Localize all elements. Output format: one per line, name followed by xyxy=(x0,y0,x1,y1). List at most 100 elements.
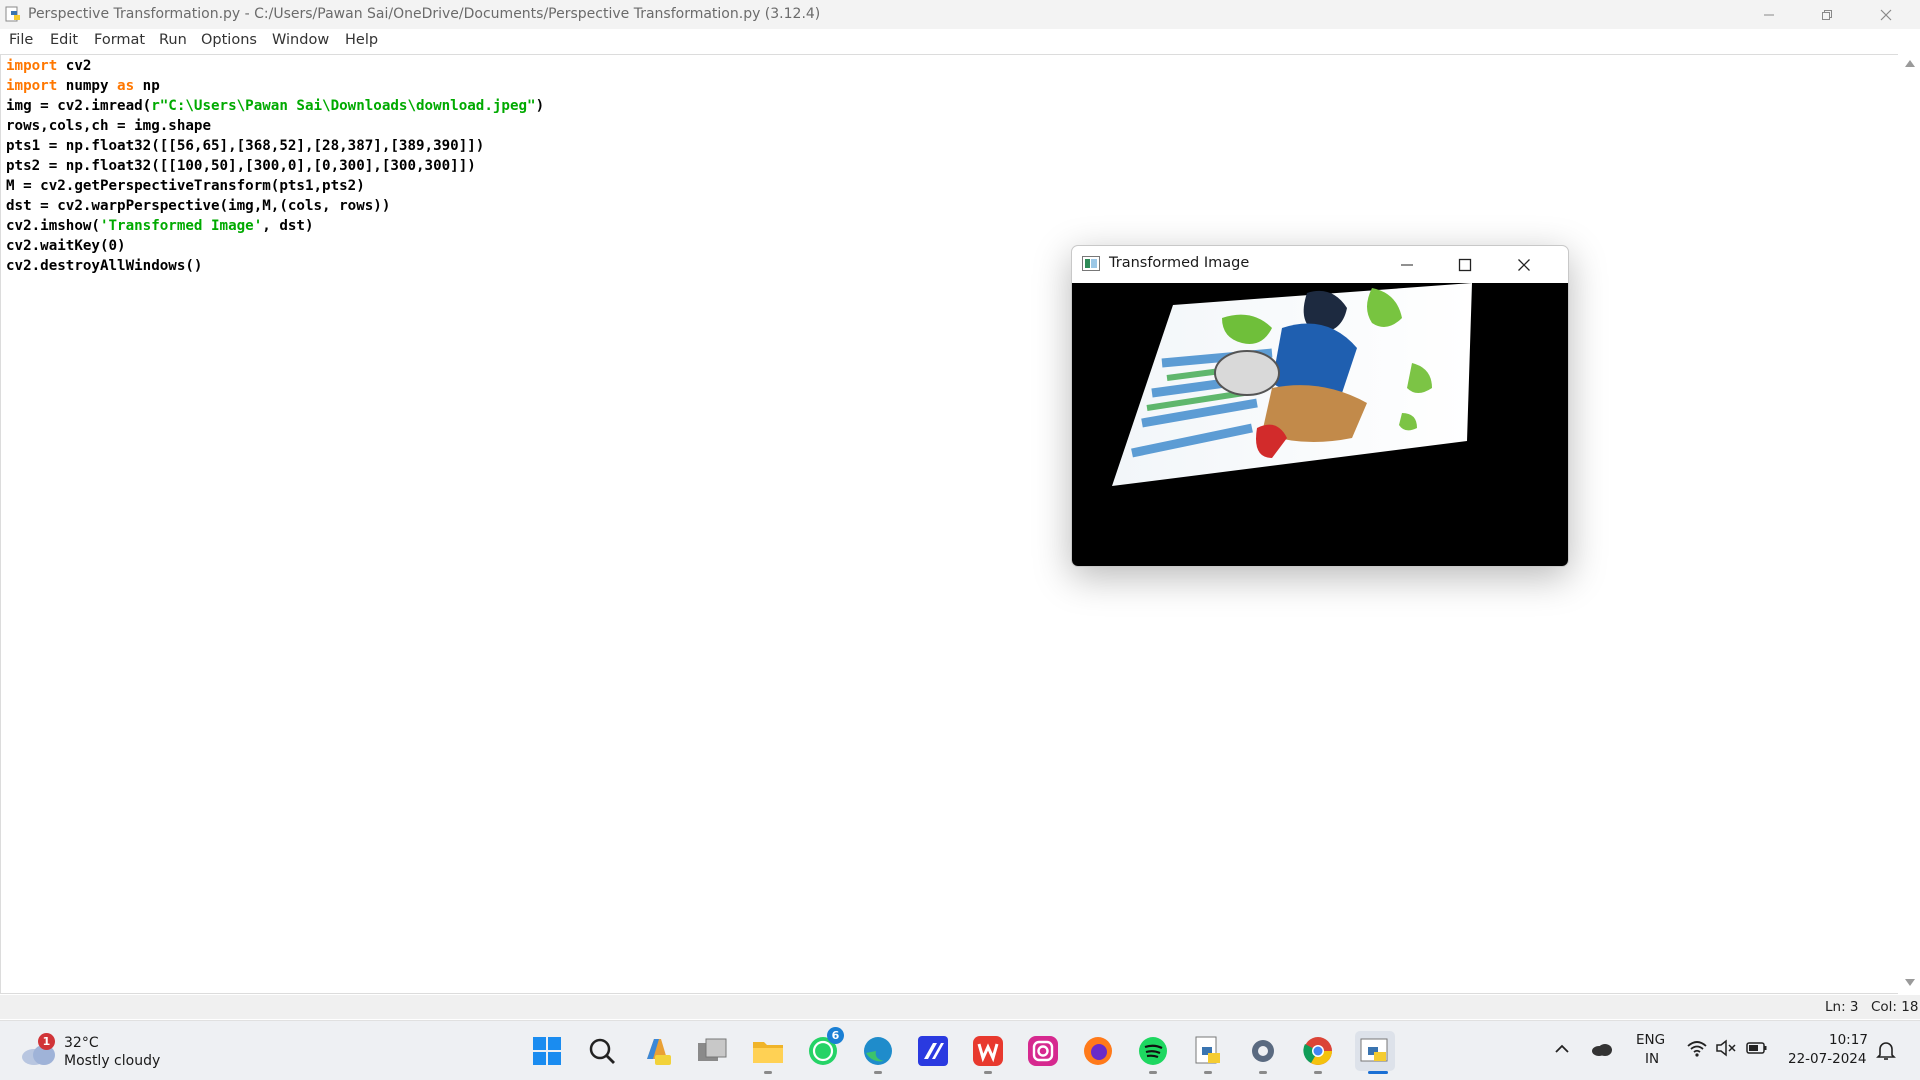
task-view-windows-icon xyxy=(698,1038,727,1061)
firefox-logo-icon xyxy=(1084,1037,1112,1065)
vertical-scrollbar[interactable] xyxy=(1898,54,1920,994)
task-view-icon[interactable] xyxy=(694,1033,730,1069)
scroll-up-arrow-icon[interactable] xyxy=(1905,60,1915,67)
code-token: cv2 xyxy=(57,58,92,74)
chrome-logo-icon xyxy=(1303,1037,1332,1065)
edge-icon[interactable] xyxy=(860,1033,896,1069)
settings-icon[interactable] xyxy=(1245,1033,1281,1069)
menu-run[interactable]: Run xyxy=(159,32,187,48)
restore-icon xyxy=(1822,9,1832,20)
copilot-icon[interactable] xyxy=(639,1033,675,1069)
menu-file[interactable]: File xyxy=(9,32,33,48)
code-token: rows,cols,ch = img.shape xyxy=(6,118,211,134)
chevron-up-icon[interactable] xyxy=(1554,1043,1570,1055)
code-token: M = cv2.getPerspectiveTransform(pts1,pts… xyxy=(6,178,365,194)
chrome-icon[interactable] xyxy=(1300,1033,1336,1069)
minimize-icon xyxy=(1764,14,1774,15)
image-window[interactable]: Transformed Image xyxy=(1071,245,1569,567)
code-keyword: import xyxy=(6,78,58,94)
copilot-logo-icon xyxy=(647,1039,671,1065)
taskbar: 1 32°C Mostly cloudy 6 ENG IN 10:17 22-0… xyxy=(0,1020,1920,1080)
image-maximize-button[interactable] xyxy=(1437,246,1493,283)
onedrive-cloud-icon[interactable] xyxy=(1591,1041,1613,1057)
menu-window[interactable]: Window xyxy=(272,32,329,48)
code-keyword: import xyxy=(6,58,58,74)
edge-logo-icon xyxy=(864,1037,892,1065)
idle-icon[interactable] xyxy=(1355,1031,1395,1071)
clock-date[interactable]: 22-07-2024 xyxy=(1788,1051,1866,1067)
windows-logo-icon xyxy=(533,1037,561,1065)
maximize-icon xyxy=(1458,258,1472,271)
code-keyword: as xyxy=(117,78,135,94)
instagram-logo-icon xyxy=(1028,1036,1058,1066)
code-token: cv2.destroyAllWindows() xyxy=(6,258,203,274)
python-file-icon xyxy=(5,6,20,22)
minimize-button[interactable] xyxy=(1740,0,1798,29)
code-line[interactable]: rows,cols,ch = img.shape xyxy=(6,116,544,136)
battery-icon[interactable] xyxy=(1746,1041,1768,1055)
code-line[interactable]: pts2 = np.float32([[100,50],[300,0],[0,3… xyxy=(6,156,544,176)
running-indicator xyxy=(1259,1071,1267,1074)
image-close-button[interactable] xyxy=(1496,246,1552,283)
spotify-icon[interactable] xyxy=(1135,1033,1171,1069)
line-number: Ln: 3 xyxy=(1825,999,1859,1015)
menu-format[interactable]: Format xyxy=(94,32,145,48)
image-window-icon xyxy=(1082,256,1100,271)
code-line[interactable]: import cv2 xyxy=(6,56,544,76)
weather-temp: 32°C xyxy=(64,1035,99,1051)
image-minimize-button[interactable] xyxy=(1379,246,1435,283)
blue-app-logo-icon xyxy=(918,1036,948,1066)
code-line[interactable]: M = cv2.getPerspectiveTransform(pts1,pts… xyxy=(6,176,544,196)
code-line[interactable]: cv2.waitKey(0) xyxy=(6,236,544,256)
weather-alert-badge: 1 xyxy=(38,1033,55,1050)
code-line[interactable]: img = cv2.imread(r"C:\Users\Pawan Sai\Do… xyxy=(6,96,544,116)
wps-logo-icon xyxy=(973,1036,1003,1066)
search-icon[interactable] xyxy=(584,1033,620,1069)
close-button[interactable] xyxy=(1857,0,1915,29)
menu-bar: File Edit Format Run Options Window Help xyxy=(0,29,1920,54)
code-line[interactable]: cv2.destroyAllWindows() xyxy=(6,256,544,276)
running-indicator xyxy=(874,1071,882,1074)
code-token: cv2.waitKey(0) xyxy=(6,238,126,254)
title-bar: Perspective Transformation.py - C:/Users… xyxy=(0,0,1920,29)
scroll-down-arrow-icon[interactable] xyxy=(1905,979,1915,986)
weather-widget[interactable]: 1 32°C Mostly cloudy xyxy=(18,1029,168,1073)
instagram-icon[interactable] xyxy=(1025,1033,1061,1069)
code-token: , dst) xyxy=(262,218,314,234)
menu-options[interactable]: Options xyxy=(201,32,257,48)
notification-bell-icon[interactable] xyxy=(1875,1039,1897,1061)
python-icon[interactable] xyxy=(1190,1033,1226,1069)
language-line2[interactable]: IN xyxy=(1645,1051,1659,1067)
python-file-icon xyxy=(1195,1036,1220,1064)
code-token: cv2.imshow( xyxy=(6,218,100,234)
running-indicator xyxy=(984,1071,992,1074)
code-text[interactable]: import cv2 import numpy as np img = cv2.im… xyxy=(6,56,544,276)
firefox-icon[interactable] xyxy=(1080,1033,1116,1069)
transformed-image xyxy=(1112,283,1472,486)
menu-edit[interactable]: Edit xyxy=(50,32,78,48)
code-token: pts1 = np.float32([[56,65],[368,52],[28,… xyxy=(6,138,485,154)
close-icon xyxy=(1880,9,1892,20)
code-line[interactable]: pts1 = np.float32([[56,65],[368,52],[28,… xyxy=(6,136,544,156)
wps-icon[interactable] xyxy=(970,1033,1006,1069)
app-icon[interactable] xyxy=(915,1033,951,1069)
restore-button[interactable] xyxy=(1798,0,1856,29)
code-token: numpy xyxy=(57,78,118,94)
code-line[interactable]: import numpy as np xyxy=(6,76,544,96)
menu-help[interactable]: Help xyxy=(345,32,378,48)
start-icon[interactable] xyxy=(529,1033,565,1069)
status-bar: Ln: 3 Col: 18 xyxy=(0,995,1920,1019)
wifi-icon[interactable] xyxy=(1686,1039,1708,1057)
speaker-muted-icon[interactable] xyxy=(1715,1039,1737,1057)
transformed-image-canvas xyxy=(1072,283,1568,566)
running-indicator xyxy=(1204,1071,1212,1074)
clock-time[interactable]: 10:17 xyxy=(1829,1032,1868,1048)
image-window-title: Transformed Image xyxy=(1109,255,1250,271)
whatsapp-icon[interactable]: 6 xyxy=(805,1027,844,1069)
code-line[interactable]: dst = cv2.warpPerspective(img,M,(cols, r… xyxy=(6,196,544,216)
file-explorer-icon[interactable] xyxy=(750,1033,786,1069)
minimize-icon xyxy=(1401,264,1413,265)
language-line1[interactable]: ENG xyxy=(1636,1032,1665,1048)
python-idle-icon xyxy=(1360,1038,1388,1062)
code-line[interactable]: cv2.imshow('Transformed Image', dst) xyxy=(6,216,544,236)
